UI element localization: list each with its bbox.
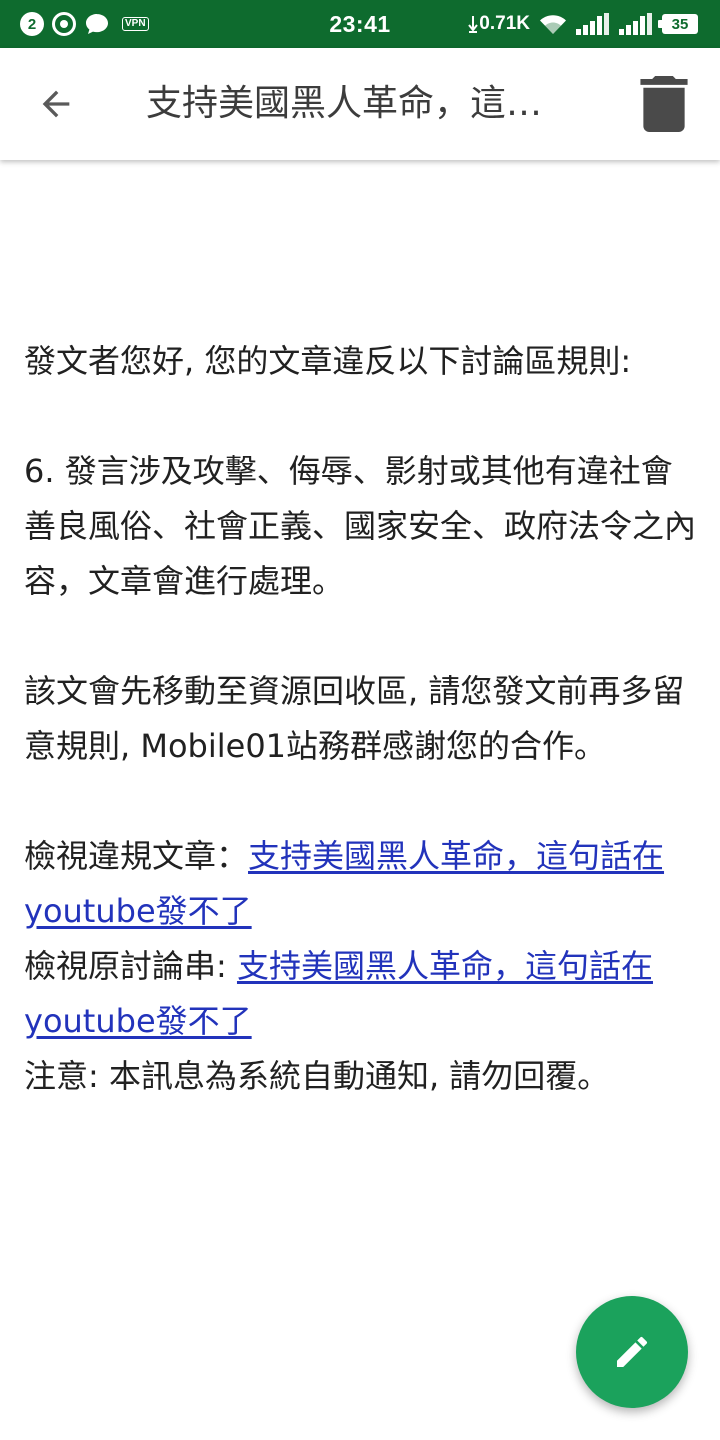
- network-speed: 0.71K: [479, 13, 530, 34]
- footer-note: 注意: 本訊息為系統自動通知, 請勿回覆。: [24, 1057, 610, 1095]
- compose-button[interactable]: [576, 1296, 688, 1408]
- pencil-icon: [617, 1336, 648, 1367]
- notice-text: 該文會先移動至資源回收區, 請您發文前再多留意規則, Mobile01站務群感謝…: [24, 672, 685, 765]
- wifi-icon: [540, 15, 566, 35]
- view-thread-line: 檢視原討論串: 支持美國黑人革命，這句話在youtube發不了: [24, 939, 700, 1049]
- rule-text: 6. 發言涉及攻擊、侮辱、影射或其他有違社會善良風俗、社會正義、國家安全、政府法…: [24, 452, 697, 600]
- delete-button[interactable]: [632, 72, 696, 136]
- view-thread-label: 檢視原討論串:: [24, 947, 237, 985]
- status-bar: 2 VPN 23:41 0.71K 35: [0, 0, 720, 48]
- signal-1-icon: [576, 13, 609, 35]
- arrow-back-icon: [42, 90, 70, 118]
- page-title: 支持美國黑人革命，這句話在youtube發不了: [146, 83, 576, 124]
- status-right-icons: 0.71K 35: [468, 10, 698, 38]
- view-article-line: 檢視違規文章：支持美國黑人革命，這句話在youtube發不了: [24, 829, 700, 939]
- greeting-text: 發文者您好, 您的文章違反以下討論區規則:: [24, 342, 632, 380]
- back-button[interactable]: [24, 72, 88, 136]
- battery-level: 35: [671, 15, 689, 33]
- battery-icon: 35: [658, 14, 698, 34]
- download-arrow-icon: [468, 16, 479, 33]
- message-body: 發文者您好, 您的文章違反以下討論區規則: 6. 發言涉及攻擊、侮辱、影射或其他…: [24, 334, 700, 1104]
- app-bar: 支持美國黑人革命，這句話在youtube發不了: [0, 48, 720, 160]
- view-article-label: 檢視違規文章：: [24, 837, 249, 875]
- signal-2-icon: [619, 13, 652, 35]
- trash-icon: [640, 76, 688, 132]
